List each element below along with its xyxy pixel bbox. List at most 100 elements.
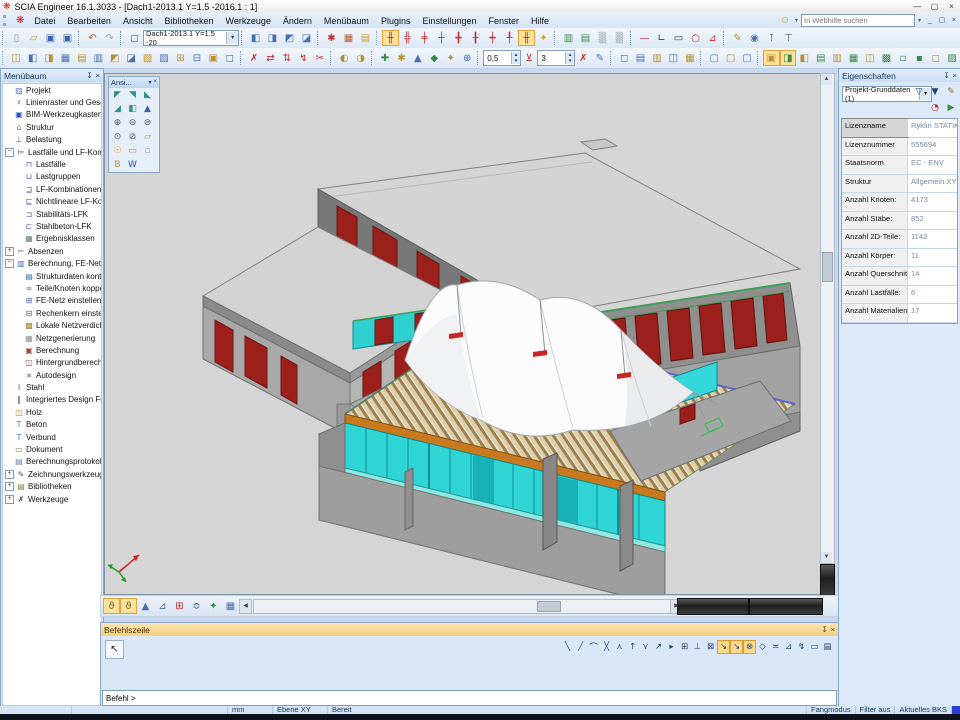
palette-view-dir-1-button[interactable]: ◢ — [110, 102, 125, 116]
tb2-model-tool-11-button[interactable]: ⊞ — [172, 50, 188, 66]
property-row[interactable]: Anzahl Körper:11 — [842, 249, 957, 268]
tree-item-bim-werkzeugkasten[interactable]: ▣BIM-Werkzeugkasten — [3, 109, 101, 121]
tb1-dimension-button[interactable]: ⊤ — [780, 30, 797, 46]
tb1-draw-polyline-button[interactable]: ∟ — [653, 30, 670, 46]
tb2-output-tool-3-button[interactable]: ▥ — [649, 50, 665, 66]
tb2-modify-tool-4-button[interactable]: ◆ — [426, 50, 442, 66]
tb2-model-tool-12-button[interactable]: ⊟ — [189, 50, 205, 66]
pin-icon[interactable]: ↧ — [821, 625, 827, 634]
tree-item-beton[interactable]: TBeton — [3, 419, 101, 431]
pin-icon[interactable]: ↧ — [943, 71, 949, 80]
tree-item-integriertes-design-forms[interactable]: ‖Integriertes Design Forms — [3, 394, 101, 406]
spin-down-icon[interactable]: ▼ — [565, 58, 574, 64]
status-aktuelles-bks[interactable]: Aktuelles BKS — [895, 706, 952, 714]
expander-icon[interactable]: + — [5, 247, 14, 256]
tree-item-teile-knoten-koppeln[interactable]: ∞Teile/Knoten koppeln — [3, 282, 101, 294]
bottom-layers-toggle-button[interactable]: ≎ — [188, 598, 205, 614]
tb1-redo-button[interactable]: ↷ — [101, 30, 118, 46]
tree-item-absenzen[interactable]: +⌐Absenzen — [3, 245, 101, 257]
tree-item-zeichnungswerkzeuge[interactable]: +✎Zeichnungswerkzeuge — [3, 468, 101, 480]
tree-item-linienraster-und-geschosse[interactable]: ♯Linienraster und Geschosse — [3, 96, 101, 108]
viewport-vertical-scrollbar[interactable]: ▲ ▼ — [820, 73, 835, 564]
snap-cross-button[interactable]: ╳ — [600, 640, 613, 654]
tb2-view-setting-7-button[interactable]: ◫ — [862, 50, 878, 66]
horizontal-scroll-thumb[interactable] — [537, 601, 561, 612]
tb1-new-button[interactable]: ▯ — [8, 30, 25, 46]
tree-item-stabilitaets-lfk[interactable]: ⊐Stabilitäts-LFK — [3, 208, 101, 220]
help-smiley-icon[interactable]: ☺ — [780, 15, 790, 26]
tb2-modify-tool-3-button[interactable]: ▲ — [410, 50, 426, 66]
snap-move-2-button[interactable]: ↘ — [730, 640, 743, 654]
close-icon[interactable]: × — [96, 71, 100, 80]
tb1-view-window-4-button[interactable]: ◪ — [298, 30, 315, 46]
tb2-output-tool-4-button[interactable]: ◫ — [665, 50, 681, 66]
doc-close-button[interactable]: × — [948, 16, 960, 26]
menu-hilfe[interactable]: Hilfe — [525, 15, 555, 27]
status-ebene-xy[interactable]: Ebene XY — [273, 706, 328, 714]
scale-spinner[interactable]: 0,5▲▼ — [483, 50, 521, 66]
tree-item-belastung[interactable]: ⊥Belastung — [3, 134, 101, 146]
tb2-view-setting-12-button[interactable]: ▨ — [944, 50, 960, 66]
property-label[interactable]: Anzahl Stäbe: — [842, 212, 908, 230]
tree-item-struktur[interactable]: ⌂Struktur — [3, 121, 101, 133]
snap-dir-button[interactable]: ↗ — [652, 640, 665, 654]
bottom-view-mode-2-button[interactable]: ϑ — [120, 598, 137, 614]
snap-box-button[interactable]: ⊠ — [704, 640, 717, 654]
property-label[interactable]: Struktur — [842, 175, 908, 193]
property-value[interactable]: 6 — [908, 286, 957, 304]
tb2-window-tool-2-button[interactable]: ▢ — [722, 50, 738, 66]
palette-view-dir-3-button[interactable]: ▲ — [140, 102, 155, 116]
tb1-table-1-button[interactable]: ▒ — [594, 30, 611, 46]
property-label[interactable]: Anzahl Materialien: — [842, 304, 908, 322]
tb1-frame-tool-4-button[interactable]: ┼ — [433, 30, 450, 46]
bottom-grid-toggle-button[interactable]: ⊞ — [171, 598, 188, 614]
tb2-model-tool-6-button[interactable]: ▥ — [90, 50, 106, 66]
property-row[interactable]: Anzahl Knoten:4173 — [842, 193, 957, 212]
spin-down-icon[interactable]: ▼ — [511, 58, 520, 64]
snap-line-2-button[interactable]: ╱ — [574, 640, 587, 654]
snap-up-button[interactable]: ↑ — [626, 640, 639, 654]
tb1-frame-tool-3-button[interactable]: ╪ — [416, 30, 433, 46]
palette-axo-view-3-button[interactable]: ◣ — [140, 88, 155, 102]
snap-grid-button[interactable]: ⊞ — [678, 640, 691, 654]
scroll-left-icon[interactable]: ◀ — [239, 599, 252, 614]
snap-angle-button[interactable]: ⊿ — [782, 640, 795, 654]
help-dropdown-caret-icon[interactable]: ▾ — [795, 17, 798, 24]
snap-move-1-button[interactable]: ↘ — [717, 640, 730, 654]
bottom-axis-toggle-button[interactable]: ▲ — [137, 598, 154, 614]
snap-arc-button[interactable]: ⌒ — [587, 640, 600, 654]
pin-icon[interactable]: ↧ — [86, 71, 92, 80]
bottom-table-view-button[interactable]: ▦ — [222, 598, 239, 614]
tb2-modify-tool-5-button[interactable]: ✦ — [443, 50, 459, 66]
tb2-output-tool-5-button[interactable]: ▦ — [682, 50, 698, 66]
tb2-model-tool-1-button[interactable]: ◫ — [8, 50, 24, 66]
tb2-output-tool-1-button[interactable]: ◻ — [616, 50, 632, 66]
menu-plugins[interactable]: Plugins — [375, 15, 417, 27]
ansicht-palette-header[interactable]: Ansi... ▾ × — [109, 77, 159, 88]
expander-icon[interactable]: + — [5, 495, 14, 504]
tb2-model-tool-7-button[interactable]: ◩ — [107, 50, 123, 66]
menu-fenster[interactable]: Fenster — [483, 15, 526, 27]
tb1-undo-button[interactable]: ↶ — [84, 30, 101, 46]
snap-table-button[interactable]: ▤ — [821, 640, 834, 654]
menu-bearbeiten[interactable]: Bearbeiten — [61, 15, 117, 27]
tree-item-holz[interactable]: ◫Holz — [3, 406, 101, 418]
3d-model-viewport[interactable] — [104, 73, 822, 595]
palette-close-icon[interactable]: × — [153, 79, 157, 86]
tb2-view-setting-4-button[interactable]: ▤ — [812, 50, 828, 66]
expander-icon[interactable]: + — [5, 470, 14, 479]
tb1-zoom-table-button[interactable]: ◉ — [746, 30, 763, 46]
tree-item-lastgruppen[interactable]: ⊔Lastgruppen — [3, 171, 101, 183]
tb2-view-setting-1-button[interactable]: ▣ — [763, 50, 779, 66]
prop-filter-edit-icon-button[interactable]: ▼ — [928, 85, 942, 99]
palette-view-dir-2-button[interactable]: ◧ — [125, 102, 140, 116]
property-value[interactable]: EC - ENV — [908, 156, 957, 174]
tb2-copy-tool-button[interactable]: ◑ — [352, 50, 368, 66]
snap-intersect-button[interactable]: ⊗ — [743, 640, 756, 654]
palette-render-mode-button[interactable]: ▭ — [125, 144, 140, 158]
palette-zoom-out-button[interactable]: ⊖ — [125, 116, 140, 130]
tb2-output-tool-2-button[interactable]: ▤ — [632, 50, 648, 66]
tb2-window-tool-1-button[interactable]: ▢ — [706, 50, 722, 66]
snap-line-1-button[interactable]: ╲ — [561, 640, 574, 654]
expander-icon[interactable]: − — [5, 259, 14, 268]
